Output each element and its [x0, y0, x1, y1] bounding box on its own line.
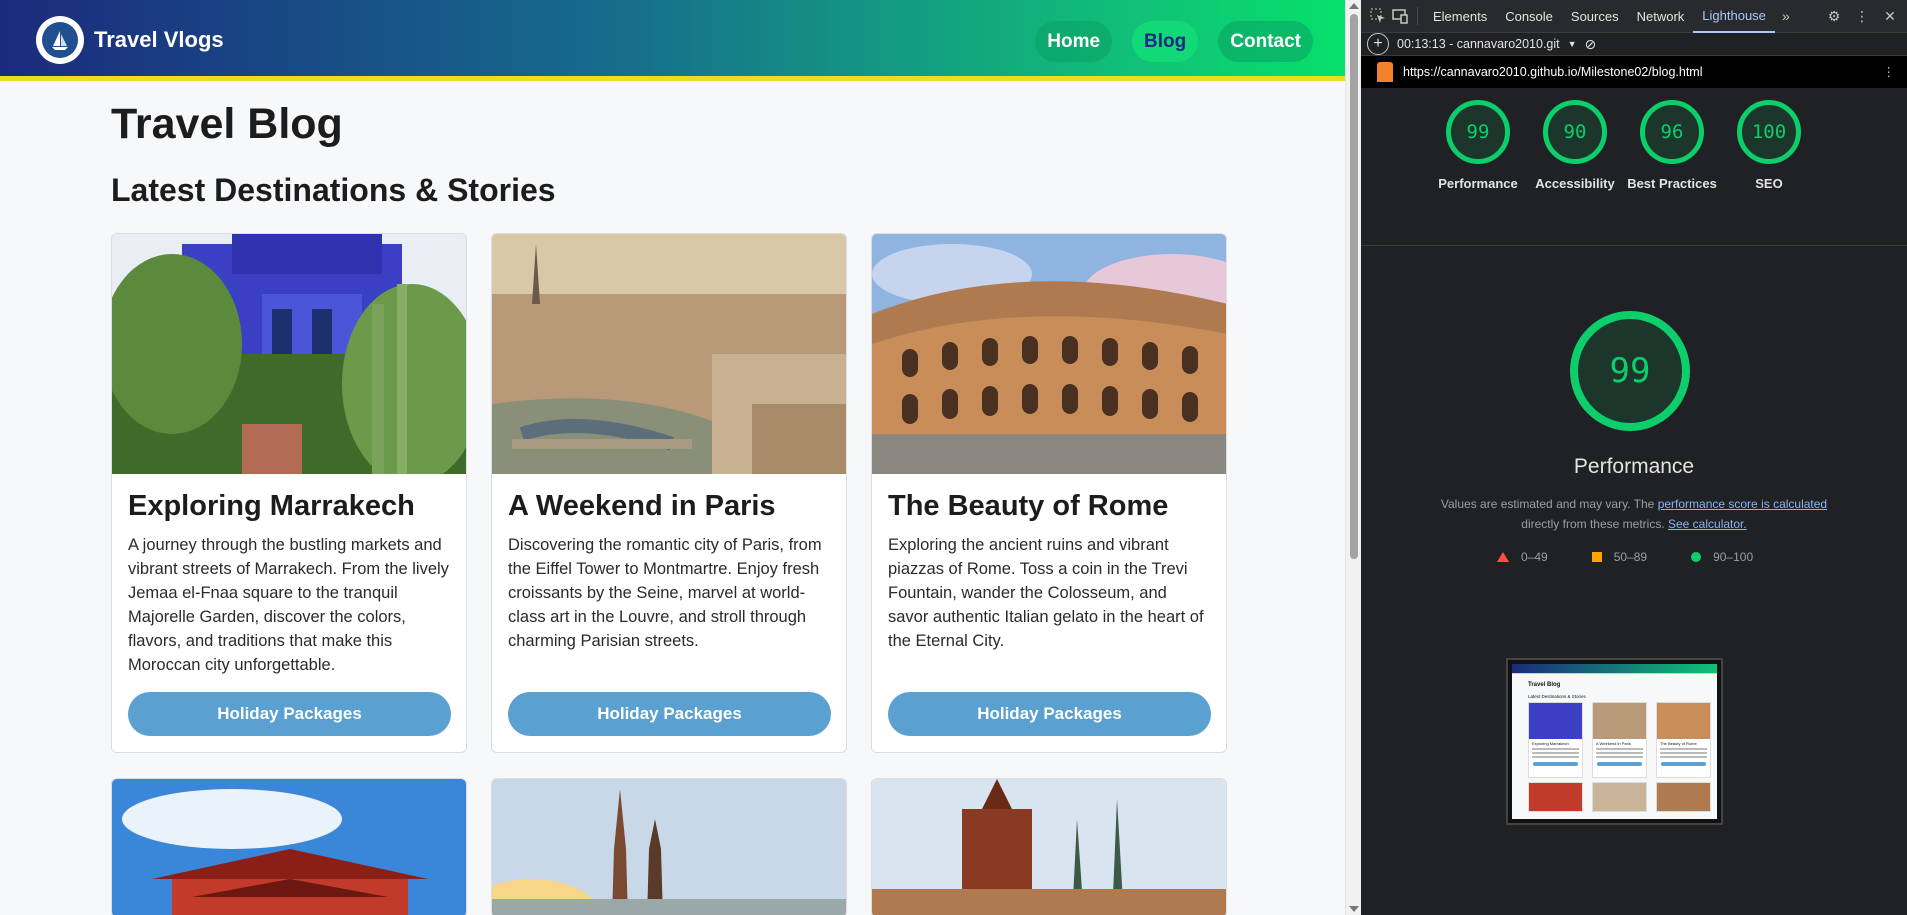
thumbnail-card-title: Exploring Marrakech [1532, 741, 1569, 746]
lighthouse-toolbar: + 00:13:13 - cannavaro2010.git ▼ ⊘ [1361, 33, 1907, 56]
legend-label: 90–100 [1713, 550, 1754, 564]
devtools-tabbar: Elements Console Sources Network Lightho… [1361, 0, 1907, 33]
chevron-down-icon[interactable]: ▼ [1568, 39, 1577, 49]
brand[interactable]: Travel Vlogs [36, 16, 224, 64]
more-tabs-chevron-icon[interactable]: » [1775, 5, 1797, 27]
blog-card-rome: The Beauty of Rome Exploring the ancient… [871, 233, 1227, 753]
report-menu-icon[interactable]: ⋮ [1883, 64, 1896, 79]
divider [1361, 245, 1907, 246]
score-gauges: 99 Performance 90 Accessibility 96 Best … [1361, 100, 1907, 193]
inspect-element-icon[interactable] [1367, 5, 1389, 27]
page-title: Travel Blog [111, 100, 343, 148]
nav-home[interactable]: Home [1035, 21, 1113, 62]
nav-blog[interactable]: Blog [1132, 21, 1199, 62]
performance-score-ring: 99 [1570, 311, 1690, 431]
lighthouse-logo-icon [1377, 62, 1393, 82]
thumbnail-card: Exploring Marrakech [1528, 702, 1583, 778]
blog-card-marrakech: Exploring Marrakech A journey through th… [111, 233, 467, 753]
thumbnail-title: Travel Blog [1528, 682, 1561, 688]
nav-links: Home Blog Contact [1035, 21, 1313, 62]
performance-score-link[interactable]: performance score is calculated [1658, 497, 1827, 511]
gauge-seo[interactable]: 100 SEO [1737, 100, 1801, 193]
nav-contact[interactable]: Contact [1218, 21, 1313, 62]
scroll-up-arrow-icon[interactable] [1349, 3, 1359, 9]
sailboat-icon [42, 22, 78, 58]
card-image-rome [872, 234, 1226, 474]
card-title: A Weekend in Paris [508, 490, 776, 522]
average-square-icon [1591, 552, 1602, 562]
holiday-packages-button[interactable]: Holiday Packages [128, 692, 451, 736]
card-text: Exploring the ancient ruins and vibrant … [888, 536, 1204, 650]
brand-name: Travel Vlogs [94, 27, 224, 52]
score-ring: 99 [1446, 100, 1510, 164]
kebab-menu-icon[interactable]: ⋮ [1851, 5, 1873, 27]
legend-label: 50–89 [1613, 550, 1648, 564]
divider [1417, 7, 1418, 25]
navbar: Travel Vlogs Home Blog Contact [0, 0, 1345, 81]
devtools-panel: Elements Console Sources Network Lightho… [1361, 0, 1907, 915]
card-text: Discovering the romantic city of Paris, … [508, 536, 822, 650]
score-ring: 96 [1640, 100, 1704, 164]
tab-elements[interactable]: Elements [1424, 0, 1496, 33]
card-text: A journey through the bustling markets a… [128, 536, 449, 674]
blog-card-row2-1 [111, 778, 467, 915]
holiday-packages-button[interactable]: Holiday Packages [508, 692, 831, 736]
gauge-best-practices[interactable]: 96 Best Practices [1627, 100, 1717, 193]
fail-triangle-icon [1497, 552, 1509, 562]
gauge-performance[interactable]: 99 Performance [1438, 100, 1518, 193]
see-calculator-link[interactable]: See calculator. [1668, 517, 1747, 531]
legend-label: 0–49 [1521, 550, 1548, 564]
audited-url[interactable]: https://cannavaro2010.github.io/Mileston… [1403, 65, 1703, 79]
score-ring: 90 [1543, 100, 1607, 164]
section-title: Latest Destinations & Stories [111, 172, 556, 208]
pass-circle-icon [1691, 552, 1702, 562]
holiday-packages-button[interactable]: Holiday Packages [888, 692, 1211, 736]
audited-url-bar: https://cannavaro2010.github.io/Mileston… [1361, 56, 1907, 88]
card-title: Exploring Marrakech [128, 490, 415, 522]
website-viewport: Travel Vlogs Home Blog Contact Travel Bl… [0, 0, 1345, 915]
gauge-label: SEO [1755, 176, 1783, 191]
close-icon[interactable]: ✕ [1879, 5, 1901, 27]
thumbnail-navbar [1512, 664, 1717, 674]
legend-average: 50–89 [1591, 550, 1648, 564]
tab-console[interactable]: Console [1496, 0, 1562, 33]
card-image-paris [492, 234, 846, 474]
note-text: directly from these metrics. [1521, 517, 1665, 531]
blog-card-paris: A Weekend in Paris Discovering the roman… [491, 233, 847, 753]
card-title: The Beauty of Rome [888, 490, 1169, 522]
gauge-label: Accessibility [1535, 176, 1615, 191]
gauge-label: Best Practices [1627, 176, 1717, 191]
score-legend: 0–49 50–89 90–100 [1497, 550, 1753, 564]
page-scrollbar[interactable] [1345, 0, 1361, 915]
tab-sources[interactable]: Sources [1562, 0, 1628, 33]
gauge-accessibility[interactable]: 90 Accessibility [1535, 100, 1615, 193]
new-report-plus-icon[interactable]: + [1367, 33, 1389, 55]
tab-network[interactable]: Network [1628, 0, 1694, 33]
thumbnail-subtitle: Latest Destinations & Stories [1528, 694, 1586, 699]
thumbnail-card-title: The Beauty of Rome [1660, 741, 1697, 746]
scroll-thumb[interactable] [1350, 14, 1358, 559]
blog-card-row2-3 [871, 778, 1227, 915]
score-ring: 100 [1737, 100, 1801, 164]
report-selector[interactable]: 00:13:13 - cannavaro2010.git [1397, 37, 1560, 51]
note-text: Values are estimated and may vary. The [1440, 497, 1655, 511]
final-screenshot-thumbnail[interactable]: Travel Blog Latest Destinations & Storie… [1506, 658, 1723, 825]
settings-gear-icon[interactable]: ⚙ [1823, 5, 1845, 27]
tab-lighthouse[interactable]: Lighthouse [1693, 0, 1775, 33]
card-image-marrakech [112, 234, 466, 474]
scroll-down-arrow-icon[interactable] [1349, 906, 1359, 912]
device-toolbar-icon[interactable] [1389, 5, 1411, 27]
thumbnail-card: The Beauty of Rome [1656, 702, 1711, 778]
performance-heading: Performance [1573, 455, 1695, 478]
thumbnail-card-title: A Weekend in Paris [1596, 741, 1631, 746]
legend-pass: 90–100 [1691, 550, 1753, 564]
gauge-label: Performance [1438, 176, 1518, 191]
thumbnail-card: A Weekend in Paris [1592, 702, 1647, 778]
clear-blocked-icon[interactable]: ⊘ [1585, 36, 1597, 53]
legend-fail: 0–49 [1497, 550, 1548, 564]
brand-logo [36, 16, 84, 64]
score-note: Values are estimated and may vary. The p… [1361, 494, 1907, 534]
blog-card-row2-2 [491, 778, 847, 915]
